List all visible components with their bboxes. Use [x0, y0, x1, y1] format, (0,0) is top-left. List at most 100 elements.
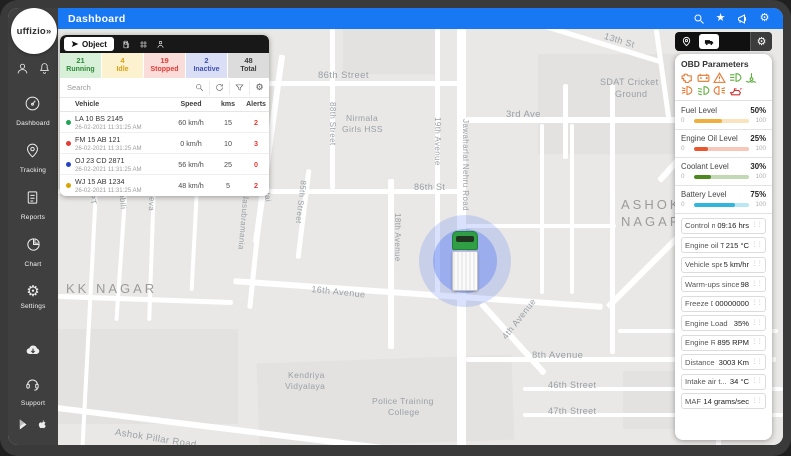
sidebar-item-support[interactable]: Support [21, 375, 45, 407]
drag-handle-icon[interactable]: ⋮⋮ [751, 300, 762, 307]
drag-handle-icon[interactable]: ⋮⋮ [751, 261, 762, 268]
headset-icon [24, 375, 41, 397]
stat-stopped[interactable]: 19Stopped [144, 53, 186, 78]
obd-panel: OBD Parameters Fuel Level50%0100Engine O… [675, 54, 772, 440]
top-bar: Dashboard ★ ⚙ [58, 8, 783, 29]
google-play-icon[interactable] [19, 417, 29, 435]
obd-param-row[interactable]: Engine oil Te...215 °C⋮⋮ [681, 237, 766, 253]
param-label: Control m... [685, 221, 715, 230]
refresh-icon[interactable] [209, 81, 229, 95]
location-pin-toggle[interactable] [675, 32, 697, 51]
table-row[interactable]: OJ 23 CD 287126-02-2021 11:31:25 AM56 km… [60, 154, 269, 175]
obd-gauges: Fuel Level50%0100Engine Oil Level25%0100… [681, 105, 766, 214]
star-icon[interactable]: ★ [714, 12, 727, 25]
obd-gauge: Coolant Level30%0100 [681, 161, 766, 182]
drag-handle-icon[interactable]: ⋮⋮ [751, 320, 762, 327]
obd-param-row[interactable]: Control m...09:16 hrs⋮⋮ [681, 218, 766, 234]
table-row[interactable]: LA 10 BS 214526-02-2021 11:31:25 AM60 km… [60, 112, 269, 133]
stat-total[interactable]: 48Total [228, 53, 269, 78]
search-icon[interactable] [189, 81, 209, 95]
fuel-station-icon[interactable] [122, 40, 131, 49]
drag-handle-icon[interactable]: ⋮⋮ [751, 222, 762, 229]
obd-toggle-bar: ⚙ [675, 32, 772, 51]
apple-icon[interactable] [37, 417, 47, 435]
settings-icon[interactable]: ⚙ [758, 12, 771, 25]
drag-handle-icon[interactable]: ⋮⋮ [751, 339, 762, 346]
param-label: Engine RPM [685, 338, 715, 347]
param-label: Engine Load [685, 319, 732, 328]
road [610, 84, 615, 354]
drag-handle-icon[interactable]: ⋮⋮ [751, 281, 762, 288]
sidebar-item-label: Dashboard [16, 120, 50, 127]
window-frame: 86th Street13th StSDAT CricketGround7th … [0, 0, 791, 456]
filter-icon[interactable] [229, 81, 249, 95]
sidebar-item-chart[interactable]: Chart [25, 236, 42, 268]
gauge-value: 75% [750, 190, 766, 199]
vehicle-kms: 5 [213, 181, 243, 190]
sidebar-item-label: Settings [20, 303, 45, 310]
map-label: 8th Avenue [532, 350, 583, 361]
obd-param-row[interactable]: MAF a...14 grams/sec⋮⋮ [681, 393, 766, 409]
sidebar-item-tracking[interactable]: Tracking [20, 142, 46, 174]
driver-icon[interactable] [156, 40, 165, 49]
vehicle-name: WJ 15 AB 1234 [75, 177, 142, 186]
sidebar-item-settings[interactable]: ⚙ Settings [20, 283, 45, 310]
battery-icon [697, 72, 710, 83]
sidebar-item-label: Chart [25, 261, 42, 268]
map-block [343, 29, 438, 74]
warning-icons-row-1 [681, 72, 766, 83]
drag-handle-icon[interactable]: ⋮⋮ [751, 378, 762, 385]
brand-logo[interactable]: uffizio» [11, 8, 57, 54]
gear-icon[interactable]: ⚙ [249, 81, 269, 95]
stat-idle[interactable]: 4Idle [102, 53, 144, 78]
map-label: Nirmala [346, 113, 378, 123]
drag-handle-icon[interactable]: ⋮⋮ [751, 398, 762, 405]
obd-param-row[interactable]: Intake air t...34 °C⋮⋮ [681, 374, 766, 390]
drag-handle-icon[interactable]: ⋮⋮ [751, 359, 762, 366]
gauge-max: 100 [752, 173, 766, 180]
broadcast-icon[interactable] [736, 12, 749, 25]
obd-settings-icon[interactable]: ⚙ [750, 32, 772, 51]
obd-param-row[interactable]: Vehicle spe...5 km/hr⋮⋮ [681, 257, 766, 273]
gauge-bar [694, 203, 749, 207]
map-label: Police Training [372, 396, 434, 406]
param-label: Engine oil Te... [685, 241, 724, 250]
stat-running[interactable]: 21Running [60, 53, 102, 78]
pie-chart-icon [25, 236, 42, 258]
table-row[interactable]: WJ 15 AB 123426-02-2021 11:31:25 AM48 km… [60, 175, 269, 196]
grid-icon[interactable] [139, 40, 148, 49]
obd-param-row[interactable]: Warm-ups since...98⋮⋮ [681, 276, 766, 292]
drag-handle-icon[interactable]: ⋮⋮ [751, 242, 762, 249]
map-label: 18th Avenue [393, 213, 402, 262]
param-value: 5 km/hr [724, 260, 749, 269]
app-container: 86th Street13th StSDAT CricketGround7th … [8, 8, 783, 445]
tab-object[interactable]: Object [64, 37, 114, 51]
gauge-label: Battery Level [681, 190, 727, 199]
object-panel: Object 21Running 4Idle 19Stopped 2Inacti… [60, 35, 269, 196]
search-icon[interactable] [692, 12, 705, 25]
search-row: ⚙ [60, 78, 269, 98]
obd-param-row[interactable]: Distance t...3003 Km⋮⋮ [681, 354, 766, 370]
sidebar-item-reports[interactable]: Reports [21, 189, 45, 221]
rear-fog-light-icon [713, 85, 726, 96]
map-label: College [388, 407, 420, 417]
bell-icon[interactable] [38, 62, 51, 80]
search-input[interactable] [60, 83, 189, 92]
map-label: 88th Street [328, 102, 337, 146]
obd-param-row[interactable]: Engine RPM895 RPM⋮⋮ [681, 335, 766, 351]
cloud-download-button[interactable] [22, 342, 44, 363]
vehicle-timestamp: 26-02-2021 11:31:25 AM [75, 166, 142, 173]
sidebar-item-dashboard[interactable]: Dashboard [16, 95, 50, 127]
oil-pressure-icon [729, 85, 742, 96]
obd-param-row[interactable]: Freeze DTC00000000⋮⋮ [681, 296, 766, 312]
obd-param-row[interactable]: Engine Load35%⋮⋮ [681, 315, 766, 331]
gauge-label: Coolant Level [681, 162, 729, 171]
user-icon[interactable] [16, 62, 29, 80]
gauge-label: Fuel Level [681, 106, 717, 115]
map-label: 19th Avenue [433, 117, 442, 166]
stat-inactive[interactable]: 2Inactive [186, 53, 228, 78]
vehicle-kms: 10 [213, 139, 243, 148]
vehicle-toggle[interactable] [699, 34, 719, 49]
table-row[interactable]: FM 15 AB 12126-02-2021 11:31:25 AM0 km/h… [60, 133, 269, 154]
map-label: 86th Street [318, 70, 369, 81]
